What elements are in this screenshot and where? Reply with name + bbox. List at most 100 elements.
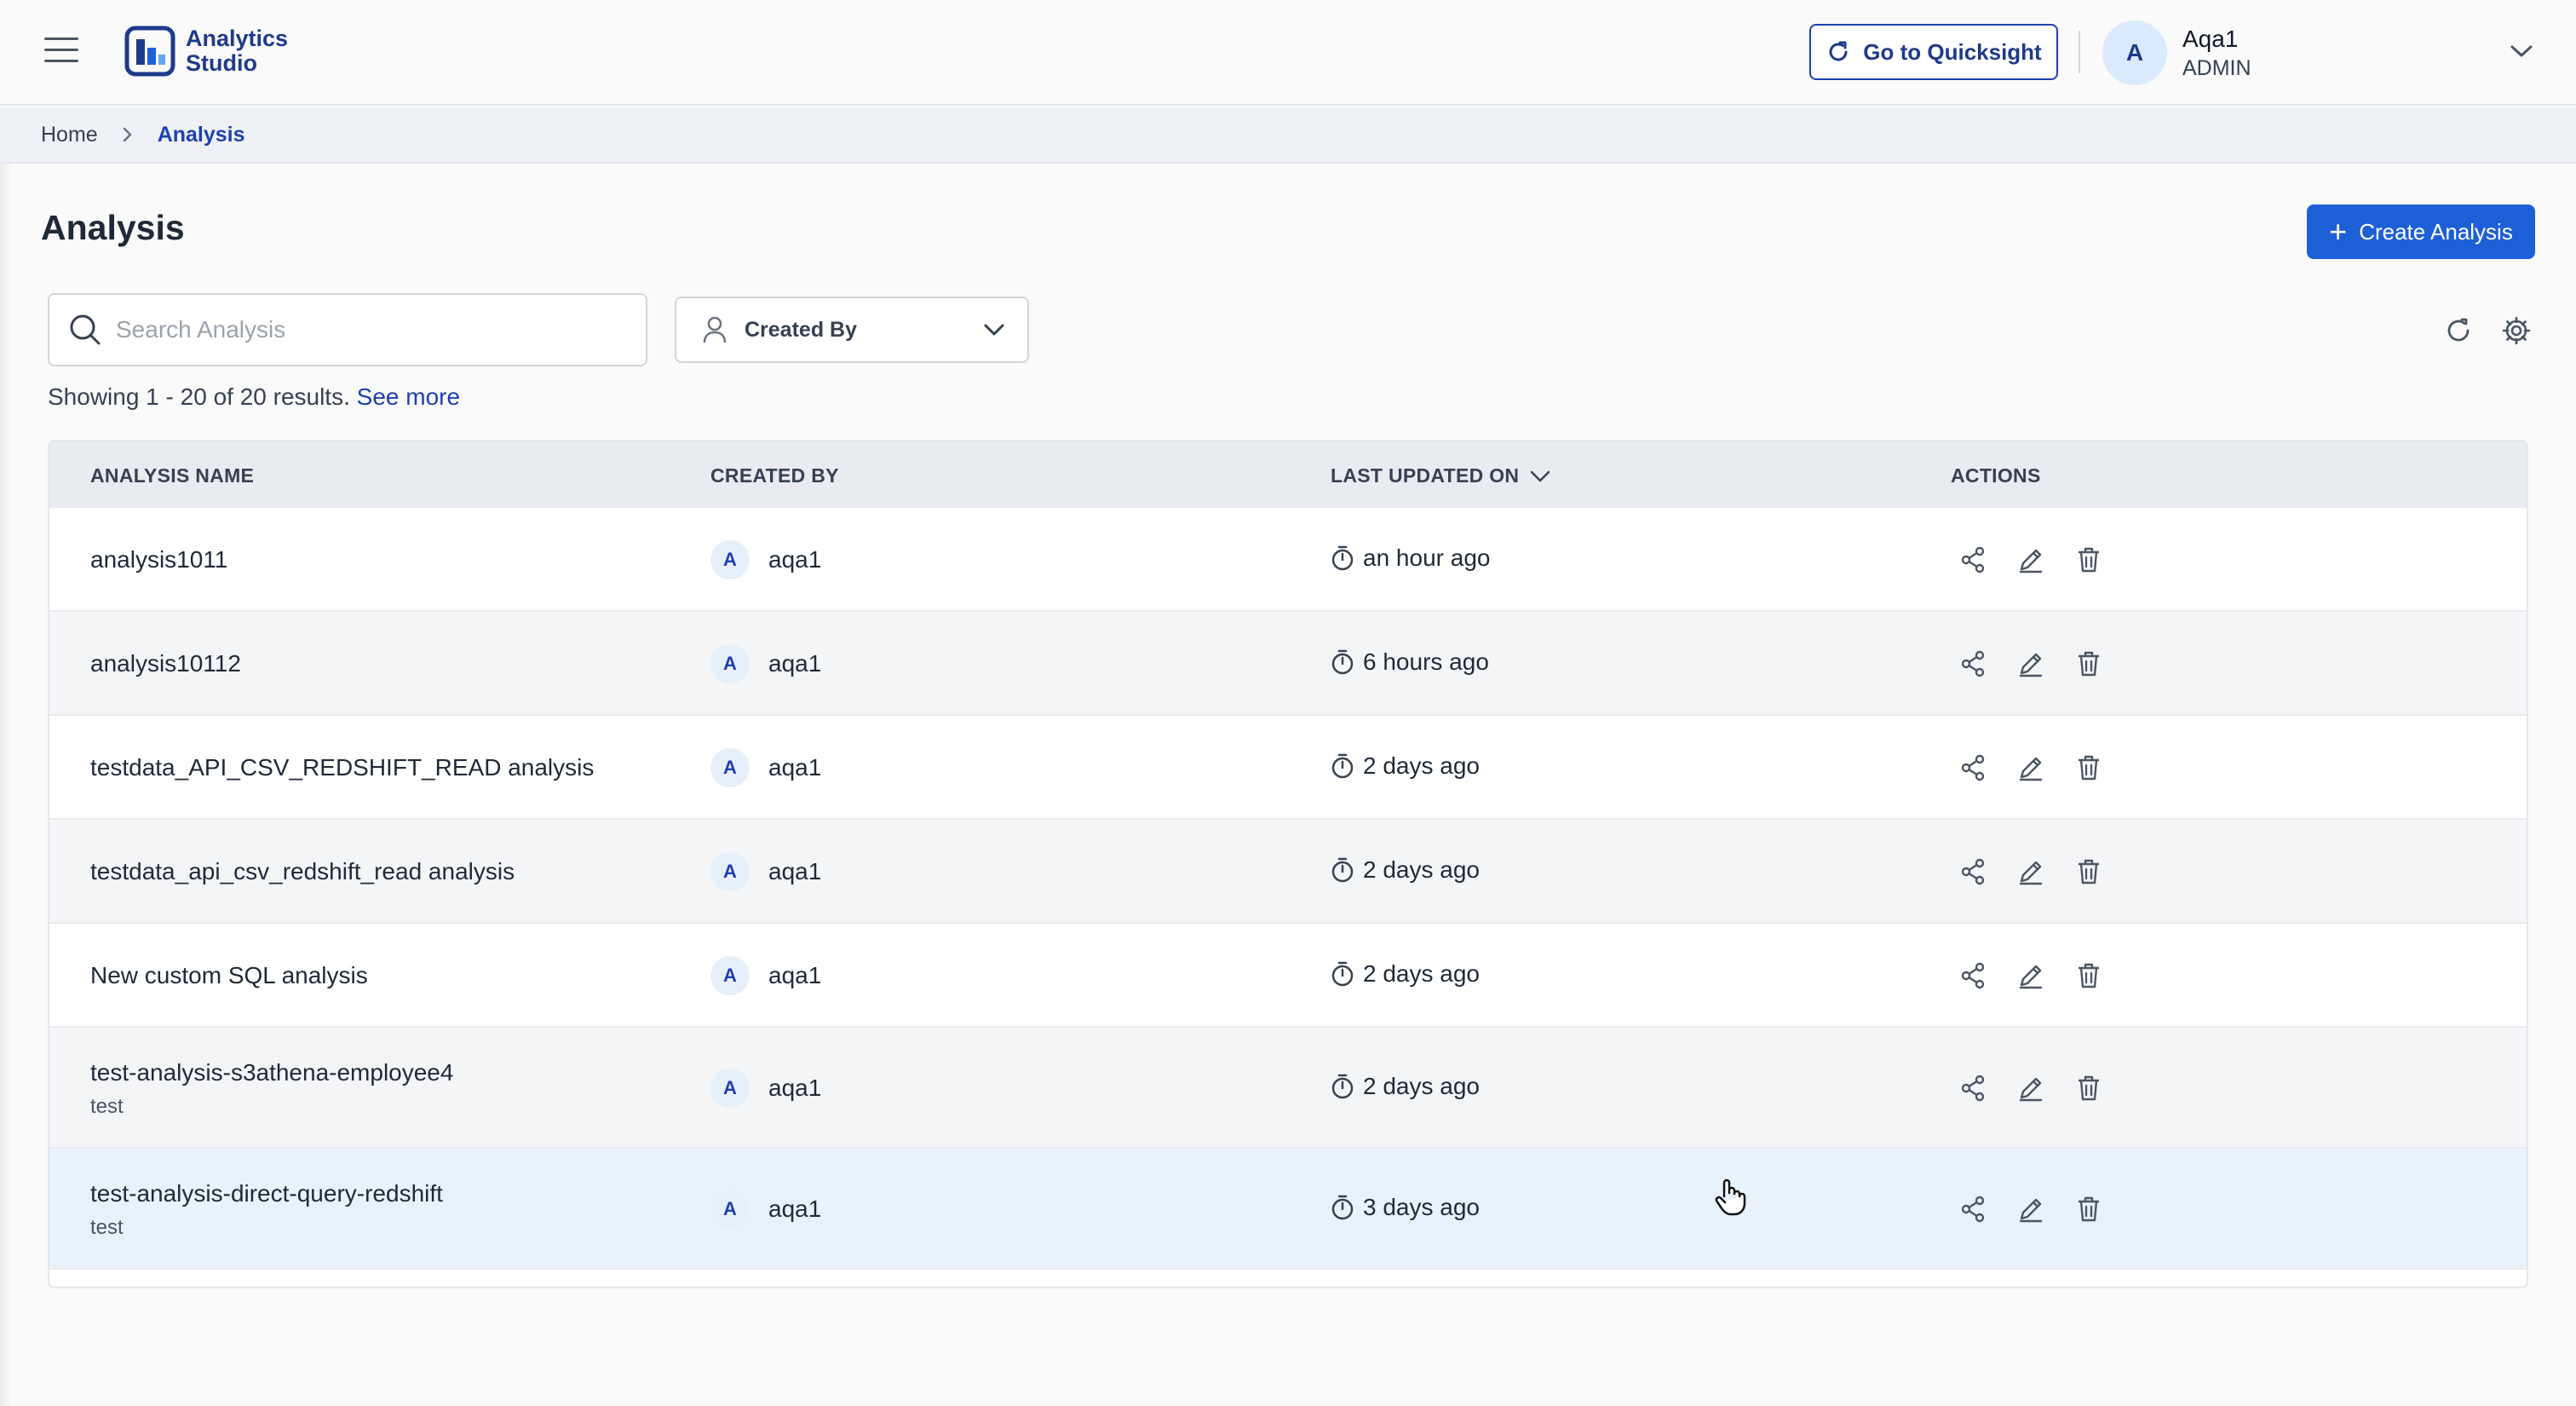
creator-name: aqa1	[768, 650, 822, 677]
see-more-link[interactable]: See more	[357, 383, 460, 410]
column-header-last-updated-label: LAST UPDATED ON	[1331, 464, 1520, 487]
app-name-line1: Analytics	[186, 26, 289, 51]
table-row[interactable]: analysis1011 Aaqa1 an hour ago	[49, 508, 2527, 612]
share-icon	[1961, 962, 1985, 989]
creator-avatar: A	[710, 644, 750, 683]
page-title: Analysis	[41, 208, 185, 247]
analysis-description: test	[90, 1095, 124, 1118]
go-to-quicksight-label: Go to Quicksight	[1863, 38, 2042, 65]
table-row[interactable]: testdata_API_CSV_REDSHIFT_READ analysis A…	[49, 716, 2527, 820]
last-updated: 6 hours ago	[1331, 648, 1489, 676]
refrsh-icon[interactable]	[2443, 315, 2474, 346]
trash-icon	[2079, 1196, 2099, 1222]
column-header-last-updated[interactable]: LAST UPDATED ON	[1331, 464, 1551, 487]
breadcrumb-current: Analysis	[157, 122, 245, 147]
creator-name: aqa1	[768, 546, 822, 573]
last-updated-text: 2 days ago	[1363, 856, 1480, 883]
share-button[interactable]	[1956, 543, 1990, 577]
pencil-icon	[2019, 1198, 2043, 1223]
share-button[interactable]	[1956, 855, 1990, 889]
chevron-down-icon[interactable]	[2508, 41, 2535, 61]
analysis-name[interactable]: analysis10112	[90, 650, 241, 677]
share-button[interactable]	[1956, 1071, 1990, 1105]
delete-button[interactable]	[2072, 855, 2106, 889]
trash-icon	[2079, 547, 2099, 573]
timer-icon	[1331, 545, 1354, 571]
creator-avatar: A	[710, 852, 750, 891]
column-header-created-by: CREATED BY	[710, 464, 839, 487]
breadcrumb-home-link[interactable]: Home	[41, 123, 98, 147]
delete-button[interactable]	[2072, 543, 2106, 577]
share-button[interactable]	[1956, 647, 1990, 681]
analysis-name[interactable]: analysis1011	[90, 546, 227, 573]
pencil-icon	[2019, 1077, 2043, 1102]
table-body: analysis1011 Aaqa1 an hour ago analysis1011…	[49, 508, 2527, 1270]
app-name: Analytics Studio	[186, 26, 288, 76]
timer-icon	[1331, 1195, 1354, 1220]
column-header-actions: ACTIONS	[1951, 464, 2041, 487]
share-button[interactable]	[1956, 1192, 1990, 1226]
edit-button[interactable]	[2014, 543, 2048, 577]
table-row[interactable]: New custom SQL analysis Aaqa1 2 days ago	[49, 924, 2527, 1028]
creator-avatar: A	[710, 540, 750, 579]
edit-button[interactable]	[2014, 1071, 2048, 1105]
app-logo[interactable]: Analytics Studio	[124, 26, 288, 77]
table-row[interactable]: test-analysis-s3athena-employee4 test Aaqa…	[49, 1028, 2527, 1149]
edit-button[interactable]	[2014, 959, 2048, 993]
timer-icon	[1331, 753, 1354, 779]
timer-icon	[1331, 857, 1354, 883]
trash-icon	[2079, 755, 2099, 781]
last-updated: 2 days ago	[1331, 856, 1480, 884]
share-icon	[1961, 1196, 1985, 1223]
hand-cursor-icon	[1715, 1178, 1746, 1216]
analysis-table: ANALYSIS NAME CREATED BY LAST UPDATED ON…	[48, 440, 2528, 1288]
delete-button[interactable]	[2072, 1192, 2106, 1226]
hamburger-icon[interactable]	[44, 37, 78, 63]
creator-avatar: A	[710, 956, 750, 995]
user-icon	[703, 316, 727, 343]
user-avatar[interactable]: A	[2102, 20, 2167, 85]
left-edge-shadow	[0, 164, 12, 1406]
share-button[interactable]	[1956, 959, 1990, 993]
create-analysis-label: Create Analysis	[2359, 218, 2513, 245]
last-updated: 2 days ago	[1331, 752, 1480, 780]
table-row[interactable]: analysis10112 Aaqa1 6 hours ago	[49, 612, 2527, 716]
analysis-name[interactable]: testdata_api_csv_redshift_read analysis	[90, 858, 515, 885]
creator-name: aqa1	[768, 858, 822, 885]
created-by-filter[interactable]: Created By	[675, 297, 1029, 363]
edit-button[interactable]	[2014, 855, 2048, 889]
analysis-name[interactable]: test-analysis-s3athena-employee4	[90, 1059, 453, 1086]
trash-icon	[2079, 859, 2099, 885]
analysis-name[interactable]: testdata_API_CSV_REDSHIFT_READ analysis	[90, 754, 594, 781]
gear-icon[interactable]	[2501, 315, 2532, 346]
edit-button[interactable]	[2014, 647, 2048, 681]
go-to-quicksight-button[interactable]: Go to Quicksight	[1809, 24, 2058, 80]
last-updated-text: 2 days ago	[1363, 960, 1480, 987]
analysis-name[interactable]: New custom SQL analysis	[90, 962, 368, 989]
share-icon	[1961, 754, 1985, 781]
last-updated-text: 2 days ago	[1363, 752, 1480, 779]
delete-button[interactable]	[2072, 647, 2106, 681]
creator-name: aqa1	[768, 1075, 822, 1101]
table-row[interactable]: test-analysis-direct-query-redshift test A…	[49, 1149, 2527, 1270]
delete-button[interactable]	[2072, 751, 2106, 785]
sort-chevron-down-icon	[1531, 470, 1550, 481]
last-updated-text: an hour ago	[1363, 545, 1491, 571]
table-row[interactable]: testdata_api_csv_redshift_read analysis A…	[49, 820, 2527, 924]
analysis-name[interactable]: test-analysis-direct-query-redshift	[90, 1180, 443, 1207]
timer-icon	[1331, 961, 1354, 987]
trash-icon	[2079, 1075, 2099, 1101]
trash-icon	[2079, 963, 2099, 988]
creator-avatar: A	[710, 748, 750, 787]
create-analysis-button[interactable]: + Create Analysis	[2307, 205, 2535, 259]
edit-button[interactable]	[2014, 751, 2048, 785]
pencil-icon	[2019, 965, 2043, 989]
creator-name: aqa1	[768, 754, 822, 781]
edit-button[interactable]	[2014, 1192, 2048, 1226]
share-button[interactable]	[1956, 751, 1990, 785]
search-input[interactable]	[116, 316, 627, 343]
creator-avatar: A	[710, 1069, 750, 1108]
delete-button[interactable]	[2072, 959, 2106, 993]
timer-icon	[1331, 1074, 1354, 1099]
delete-button[interactable]	[2072, 1071, 2106, 1105]
